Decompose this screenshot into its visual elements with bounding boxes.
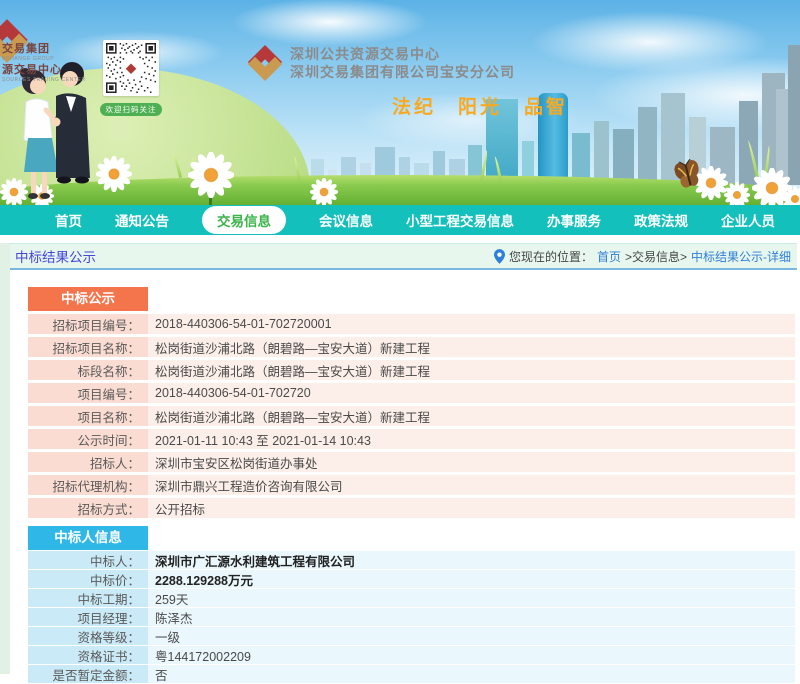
table-row: 招标项目编号： 2018-440306-54-01-702720001	[28, 314, 795, 334]
trading-group-logo-text: 交易集团 XCHANGE GROUP 源交易中心 SOURCES TRADING…	[2, 44, 86, 86]
table-row: 项目名称： 松岗街道沙浦北路（朗碧路—宝安大道）新建工程	[28, 406, 795, 426]
qr-caption-badge: 欢迎扫码关注	[100, 103, 162, 116]
row-label: 招标人：	[28, 452, 148, 472]
row-value: 松岗街道沙浦北路（朗碧路—宝安大道）新建工程	[148, 337, 795, 357]
logo-text-cn2: 源交易中心	[2, 65, 86, 76]
award-notice-section-title: 中标公示	[28, 287, 148, 311]
org-name-line1: 深圳公共资源交易中心	[290, 44, 440, 64]
table-row: 招标代理机构： 深圳市鼎兴工程造价咨询有限公司	[28, 475, 795, 495]
row-value: 粤144172002209	[148, 646, 795, 664]
row-value: 259天	[148, 589, 795, 607]
row-label: 公示时间：	[28, 429, 148, 449]
breadcrumb: 您现在的位置：首页>交易信息>中标结果公示-详细	[494, 248, 791, 265]
nav-item-home[interactable]: 首页	[55, 210, 82, 230]
row-label: 中标价：	[28, 570, 148, 588]
nav-item-services[interactable]: 办事服务	[547, 210, 601, 230]
row-value: 松岗街道沙浦北路（朗碧路—宝安大道）新建工程	[148, 360, 795, 380]
row-label: 标段名称：	[28, 360, 148, 380]
logo-text-cn1: 交易集团	[2, 44, 86, 55]
table-row: 是否暂定金额： 否	[28, 665, 795, 683]
nav-item-notices[interactable]: 通知公告	[115, 210, 169, 230]
table-row: 招标人： 深圳市宝安区松岗街道办事处	[28, 452, 795, 472]
row-value: 2288.129288万元	[148, 570, 795, 588]
row-value: 公开招标	[148, 498, 795, 518]
row-value: 松岗街道沙浦北路（朗碧路—宝安大道）新建工程	[148, 406, 795, 426]
nav-item-meeting-info[interactable]: 会议信息	[319, 210, 373, 230]
row-label: 项目经理：	[28, 608, 148, 626]
motto-text: 法纪 阳光 品智	[392, 92, 568, 119]
breadcrumb-prefix: 您现在的位置：	[509, 248, 593, 265]
daisy-icon	[724, 182, 750, 205]
winner-info-section: 中标人信息 中标人： 深圳市广汇源水利建筑工程有限公司 中标价： 2288.12…	[28, 526, 795, 683]
location-pin-icon	[494, 249, 505, 264]
nav-item-enterprise-staff[interactable]: 企业人员	[721, 210, 775, 230]
table-row: 项目编号： 2018-440306-54-01-702720	[28, 383, 795, 403]
breadcrumb-link-home[interactable]: 首页	[597, 248, 621, 265]
daisy-icon	[310, 178, 338, 205]
row-value: 深圳市鼎兴工程造价咨询有限公司	[148, 475, 795, 495]
main-nav: 首页 通知公告 交易信息 会议信息 小型工程交易信息 办事服务 政策法规 企业人…	[0, 205, 800, 235]
row-value: 2021-01-11 10:43 至 2021-01-14 10:43	[148, 429, 795, 449]
row-label: 招标项目名称：	[28, 337, 148, 357]
winner-info-section-title: 中标人信息	[28, 526, 148, 550]
org-name-line2: 深圳交易集团有限公司宝安分公司	[290, 62, 515, 82]
row-label: 招标项目编号：	[28, 314, 148, 334]
qr-code	[103, 40, 159, 96]
table-row: 招标项目名称： 松岗街道沙浦北路（朗碧路—宝安大道）新建工程	[28, 337, 795, 357]
main-content: 中标公示 招标项目编号： 2018-440306-54-01-702720001…	[10, 270, 800, 683]
row-label: 招标方式：	[28, 498, 148, 518]
table-row: 中标工期： 259天	[28, 589, 795, 607]
row-value: 一级	[148, 627, 795, 645]
daisy-icon	[96, 156, 132, 192]
table-row: 公示时间： 2021-01-11 10:43 至 2021-01-14 10:4…	[28, 429, 795, 449]
building	[594, 121, 609, 185]
row-label: 项目编号：	[28, 383, 148, 403]
building	[788, 45, 800, 185]
row-label: 是否暂定金额：	[28, 665, 148, 683]
row-value: 陈泽杰	[148, 608, 795, 626]
nav-item-small-project-trade-info[interactable]: 小型工程交易信息	[406, 210, 514, 230]
table-row: 资格等级： 一级	[28, 627, 795, 645]
table-row: 项目经理： 陈泽杰	[28, 608, 795, 626]
logo-text-en2: SOURCES TRADING CENTER	[2, 78, 86, 83]
row-label: 招标代理机构：	[28, 475, 148, 495]
building	[613, 129, 634, 185]
breadcrumb-current[interactable]: 中标结果公示-详细	[691, 248, 791, 265]
row-label: 资格等级：	[28, 627, 148, 645]
table-row: 中标人： 深圳市广汇源水利建筑工程有限公司	[28, 551, 795, 569]
nav-item-policies[interactable]: 政策法规	[634, 210, 688, 230]
row-value: 2018-440306-54-01-702720	[148, 383, 795, 403]
row-value: 深圳市广汇源水利建筑工程有限公司	[148, 551, 795, 569]
daisy-icon	[188, 152, 234, 198]
nav-item-trade-info[interactable]: 交易信息	[202, 206, 286, 234]
row-label: 中标工期：	[28, 589, 148, 607]
page-title: 中标结果公示	[15, 246, 96, 266]
row-label: 资格证书：	[28, 646, 148, 664]
row-label: 项目名称：	[28, 406, 148, 426]
breadcrumb-middle: >交易信息>	[625, 248, 687, 265]
logo-text-en1: XCHANGE GROUP	[2, 57, 86, 62]
left-margin-strip	[0, 243, 10, 674]
row-value: 否	[148, 665, 795, 683]
table-row: 资格证书： 粤144172002209	[28, 646, 795, 664]
table-row: 招标方式： 公开招标	[28, 498, 795, 518]
banner: 交易集团 XCHANGE GROUP 源交易中心 SOURCES TRADING…	[0, 0, 800, 205]
table-row: 标段名称： 松岗街道沙浦北路（朗碧路—宝安大道）新建工程	[28, 360, 795, 380]
row-value: 深圳市宝安区松岗街道办事处	[148, 452, 795, 472]
breadcrumb-bar: 中标结果公示 您现在的位置：首页>交易信息>中标结果公示-详细	[10, 243, 797, 270]
building	[638, 107, 657, 185]
award-notice-section: 中标公示 招标项目编号： 2018-440306-54-01-702720001…	[28, 287, 795, 518]
row-label: 中标人：	[28, 551, 148, 569]
daisy-icon	[782, 186, 800, 205]
table-row: 中标价： 2288.129288万元	[28, 570, 795, 588]
row-value: 2018-440306-54-01-702720001	[148, 314, 795, 334]
org-logo-icon	[246, 44, 284, 82]
